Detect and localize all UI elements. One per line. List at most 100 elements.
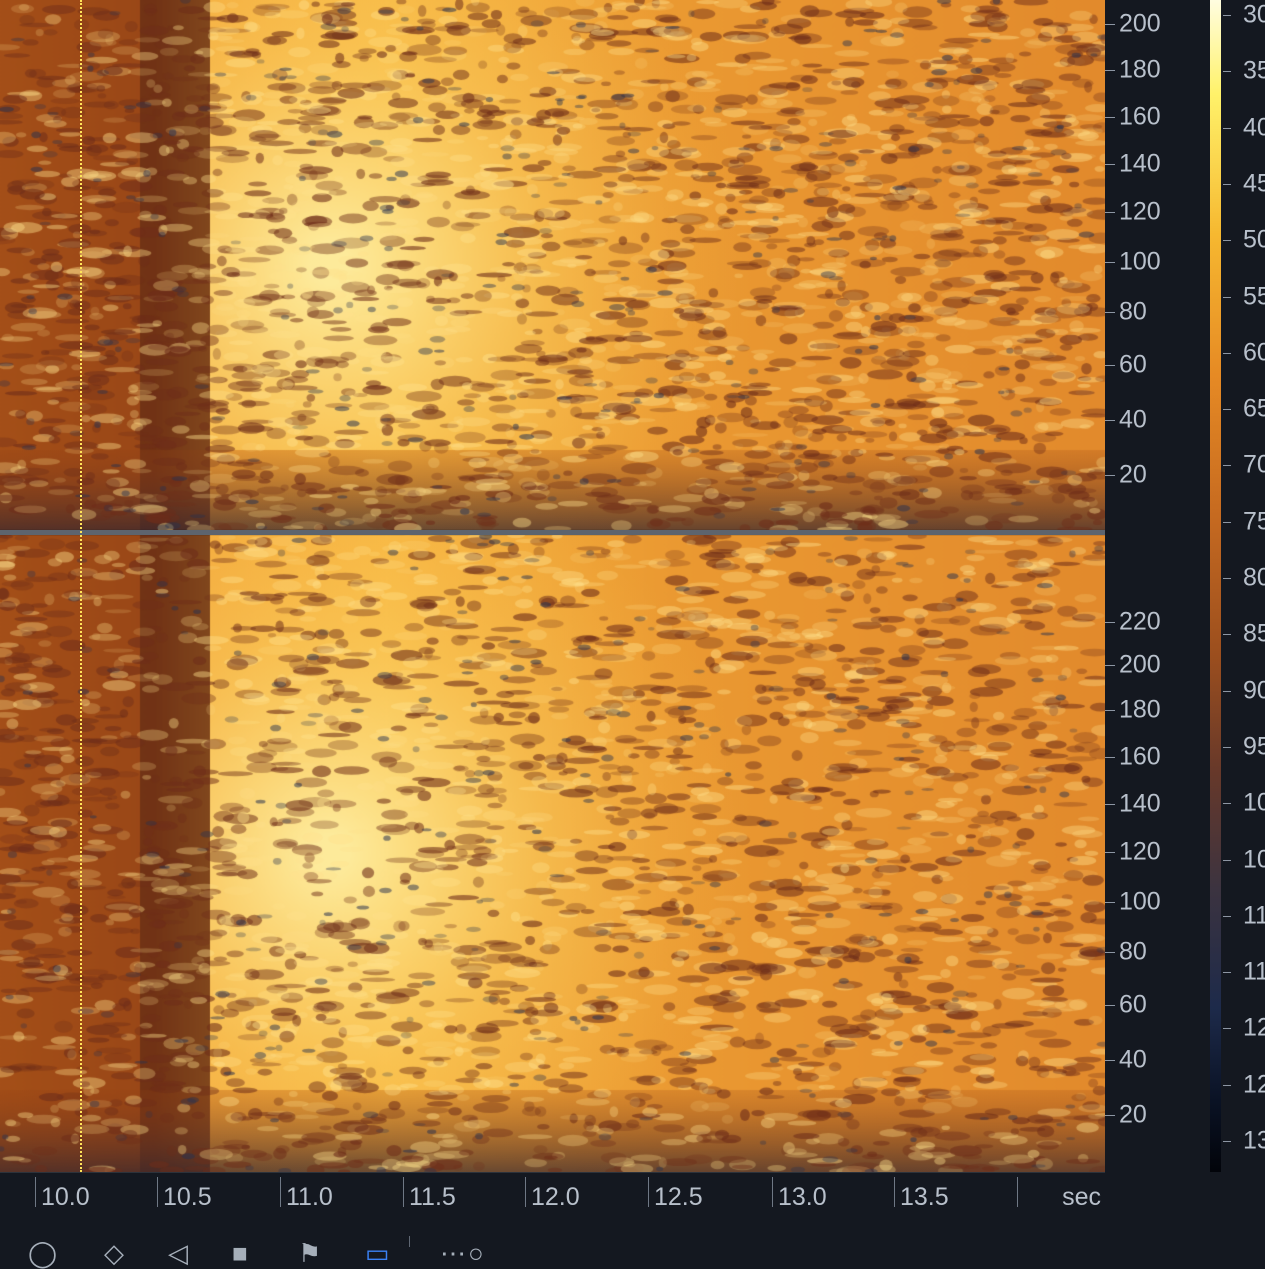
more-icon[interactable]: ⋯ xyxy=(440,1238,466,1269)
db-tick xyxy=(1223,1141,1231,1142)
time-tick xyxy=(894,1177,895,1207)
time-label: 13.0 xyxy=(778,1183,827,1211)
db-tick xyxy=(1223,352,1231,354)
freq-tick xyxy=(1105,757,1115,758)
db-label: 45 xyxy=(1243,169,1265,198)
playhead-cursor[interactable] xyxy=(80,0,82,1172)
time-tick xyxy=(280,1177,281,1207)
time-ruler[interactable]: sec 10.0 10.5 11.0 11.5 12.0 12.5 13.0 13.5 xyxy=(0,1172,1105,1215)
db-label: 85 xyxy=(1243,619,1265,648)
bottom-toolbar: ◯ ◇ ◁ ■ ⚑ ▭ ⋯ ○ xyxy=(0,1214,1265,1268)
freq-label: 120 xyxy=(1119,197,1161,226)
db-tick xyxy=(1223,15,1231,16)
db-label: 35 xyxy=(1243,56,1265,85)
freq-label: 180 xyxy=(1119,695,1161,724)
db-label: 11 xyxy=(1243,957,1265,986)
eraser-icon[interactable]: ◁ xyxy=(168,1238,188,1269)
freq-tick xyxy=(1105,262,1115,263)
freq-label: 60 xyxy=(1119,990,1147,1019)
stop-icon[interactable]: ⚑ xyxy=(298,1238,321,1269)
frequency-scale-area: 200 180 160 140 120 100 80 60 40 20 220 200 180 160 1… xyxy=(1105,0,1207,1172)
time-tick xyxy=(35,1177,36,1207)
db-tick xyxy=(1223,465,1231,467)
db-label: 80 xyxy=(1243,563,1265,592)
db-tick xyxy=(1223,634,1231,636)
freq-tick xyxy=(1105,852,1115,853)
freq-tick xyxy=(1105,212,1115,213)
time-tick xyxy=(403,1177,404,1207)
db-label: 90 xyxy=(1243,676,1265,705)
freq-label: 160 xyxy=(1119,102,1161,131)
freq-label: 100 xyxy=(1119,247,1161,276)
freq-label: 160 xyxy=(1119,742,1161,771)
time-label: 10.5 xyxy=(163,1183,212,1211)
db-tick xyxy=(1223,521,1231,523)
db-tick xyxy=(1223,578,1231,579)
db-tick xyxy=(1223,690,1231,692)
db-label: 13 xyxy=(1243,1126,1265,1155)
db-tick xyxy=(1223,409,1231,411)
time-unit-label: sec xyxy=(1062,1183,1101,1211)
freq-label: 180 xyxy=(1119,55,1161,84)
db-label: 10 xyxy=(1243,788,1265,817)
freq-label: 80 xyxy=(1119,297,1147,326)
db-label: 60 xyxy=(1243,338,1265,367)
freq-label: 20 xyxy=(1119,460,1147,489)
freq-tick xyxy=(1105,164,1115,165)
frequency-axis-bottom: 220 200 180 160 140 120 100 80 60 40 20 xyxy=(1105,535,1207,1171)
db-tick xyxy=(1223,803,1231,805)
lasso-icon[interactable]: ◯ xyxy=(28,1238,57,1269)
zoom-icon[interactable]: ○ xyxy=(468,1238,484,1269)
freq-tick xyxy=(1105,420,1115,421)
time-tick xyxy=(525,1177,526,1207)
freq-tick xyxy=(1105,804,1115,805)
db-tick xyxy=(1223,71,1231,73)
freq-tick xyxy=(1105,710,1115,711)
time-tick xyxy=(772,1177,773,1207)
time-label: 13.5 xyxy=(900,1183,949,1211)
frequency-axis-top: 200 180 160 140 120 100 80 60 40 20 xyxy=(1105,0,1207,530)
freq-tick xyxy=(1105,622,1115,623)
freq-tick xyxy=(1105,365,1115,366)
freq-tick xyxy=(1105,1115,1115,1116)
time-tick xyxy=(1017,1177,1018,1207)
db-tick xyxy=(1223,746,1231,748)
db-label: 95 xyxy=(1243,732,1265,761)
freq-label: 220 xyxy=(1119,607,1161,636)
db-scale-axis: 30 35 40 45 50 55 60 65 70 75 80 85 90 95 10 10 11 11 12 12… xyxy=(1221,0,1265,1172)
db-label: 50 xyxy=(1243,225,1265,254)
db-tick xyxy=(1223,127,1231,129)
time-tick xyxy=(157,1177,158,1207)
db-label: 12 xyxy=(1243,1070,1265,1099)
freq-label: 200 xyxy=(1119,9,1161,38)
brush-icon[interactable]: ◇ xyxy=(104,1238,124,1269)
spectrogram-bottom-channel[interactable] xyxy=(0,535,1105,1171)
time-label: 11.5 xyxy=(409,1183,456,1211)
freq-tick xyxy=(1105,312,1115,313)
freq-tick xyxy=(1105,952,1115,953)
db-label: 75 xyxy=(1243,507,1265,536)
time-tick xyxy=(648,1177,649,1207)
db-label: 70 xyxy=(1243,450,1265,479)
freq-label: 40 xyxy=(1119,405,1147,434)
freq-label: 120 xyxy=(1119,837,1161,866)
db-label: 40 xyxy=(1243,113,1265,142)
channel-divider[interactable] xyxy=(0,530,1207,535)
time-label: 12.5 xyxy=(654,1183,703,1211)
freq-label: 20 xyxy=(1119,1100,1147,1129)
freq-label: 60 xyxy=(1119,350,1147,379)
freq-tick xyxy=(1105,1060,1115,1061)
toolbar-separator xyxy=(409,1236,410,1247)
freq-label: 80 xyxy=(1119,937,1147,966)
time-label: 10.0 xyxy=(41,1183,90,1211)
freq-label: 100 xyxy=(1119,887,1161,916)
spectrogram-top-channel[interactable] xyxy=(0,0,1105,530)
db-label: 30 xyxy=(1243,0,1265,29)
flag-icon[interactable]: ▭ xyxy=(365,1238,390,1269)
db-label: 10 xyxy=(1243,845,1265,873)
freq-tick xyxy=(1105,117,1115,118)
freq-tick xyxy=(1105,475,1115,476)
gain-icon[interactable]: ■ xyxy=(232,1238,248,1269)
time-label: 11.0 xyxy=(286,1183,333,1211)
freq-label: 140 xyxy=(1119,789,1161,818)
